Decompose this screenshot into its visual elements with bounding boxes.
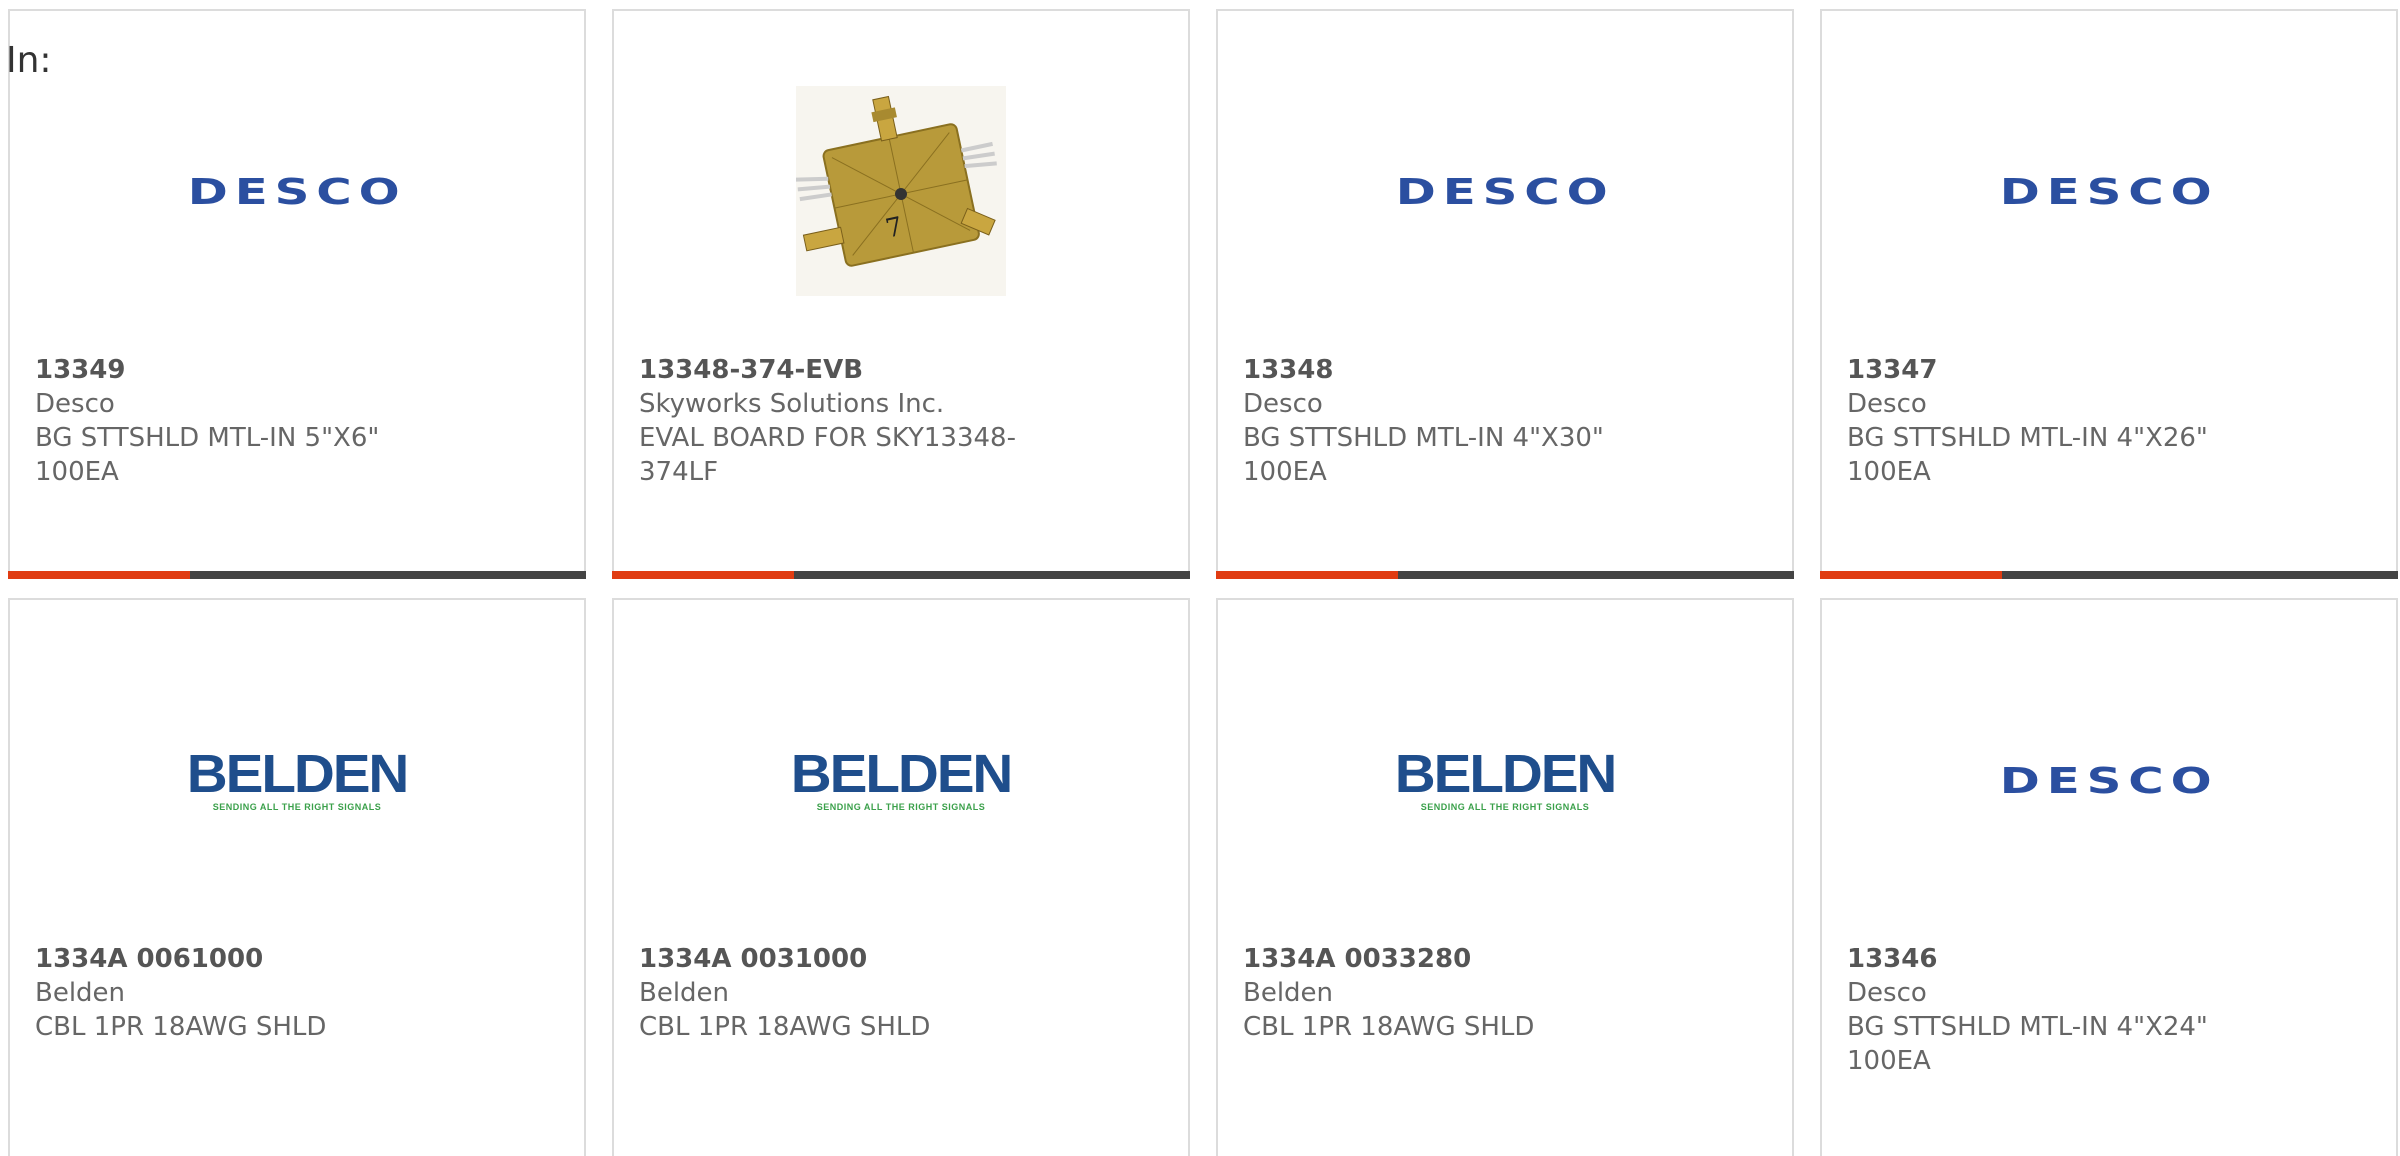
product-info: 13348-374-EVB Skyworks Solutions Inc. EV… [639,353,1028,489]
product-image: BELDEN SENDING ALL THE RIGHT SIGNALS [614,660,1188,900]
description-line: BG STTSHLD MTL-IN 4"X30" [1243,423,1604,453]
product-info: 13349 Desco BG STTSHLD MTL-IN 5"X6" 100E… [35,353,424,489]
description-line: 374LF [639,457,719,487]
belden-logo-word: BELDEN [186,744,410,804]
part-number[interactable]: 13347 [1847,353,2236,387]
manufacturer: Desco [1243,389,1323,419]
manufacturer: Desco [1847,389,1927,419]
description-line: 100EA [1847,457,1931,487]
product-info: 13346 Desco BG STTSHLD MTL-IN 4"X24" 100… [1847,942,2236,1078]
desco-logo: DESCO [187,170,407,212]
description-line: 100EA [1243,457,1327,487]
product-image: BELDEN SENDING ALL THE RIGHT SIGNALS [1218,660,1792,900]
belden-logo: BELDEN SENDING ALL THE RIGHT SIGNALS [1395,747,1618,812]
product-card[interactable]: BELDEN SENDING ALL THE RIGHT SIGNALS 133… [612,598,1190,1156]
description-line: 100EA [1847,1046,1931,1076]
description-line: CBL 1PR 18AWG SHLD [1243,1012,1535,1042]
card-bottom-bar [612,571,1190,579]
product-image: DESCO [1218,71,1792,311]
product-image: BELDEN SENDING ALL THE RIGHT SIGNALS [10,660,584,900]
product-image: DESCO [10,71,584,311]
manufacturer: Belden [1243,978,1334,1008]
product-card[interactable]: DESCO 13346 Desco BG STTSHLD MTL-IN 4"X2… [1820,598,2398,1156]
description-line: BG STTSHLD MTL-IN 4"X24" [1847,1012,2208,1042]
part-number[interactable]: 13348 [1243,353,1632,387]
description-line: BG STTSHLD MTL-IN 4"X26" [1847,423,2208,453]
part-number[interactable]: 1334A 0061000 [35,942,424,976]
product-image: 7 [614,71,1188,311]
card-accent-bar [612,571,794,579]
product-card[interactable]: DESCO 13349 Desco BG STTSHLD MTL-IN 5"X6… [8,9,586,579]
product-grid-page: In: DESCO 13349 Desco BG STTSHLD MTL-IN … [0,0,2400,1156]
product-image: DESCO [1822,660,2396,900]
description-line: CBL 1PR 18AWG SHLD [639,1012,931,1042]
belden-logo-word: BELDEN [1394,744,1618,804]
product-card[interactable]: 7 13348-374-EVB Skyworks Solutions Inc. … [612,9,1190,579]
card-bottom-bar [1216,571,1794,579]
description-line: CBL 1PR 18AWG SHLD [35,1012,327,1042]
product-info: 1334A 0033280 Belden CBL 1PR 18AWG SHLD [1243,942,1632,1044]
manufacturer: Desco [1847,978,1927,1008]
description-line: 100EA [35,457,119,487]
description-line: BG STTSHLD MTL-IN 5"X6" [35,423,380,453]
part-number[interactable]: 13348-374-EVB [639,353,1028,387]
manufacturer: Belden [639,978,730,1008]
eval-board-photo: 7 [796,86,1006,296]
filter-label: In: [6,40,52,81]
card-bottom-bar [8,571,586,579]
part-number[interactable]: 13349 [35,353,424,387]
product-info: 13348 Desco BG STTSHLD MTL-IN 4"X30" 100… [1243,353,1632,489]
belden-logo: BELDEN SENDING ALL THE RIGHT SIGNALS [791,747,1014,812]
card-accent-bar [1820,571,2002,579]
product-card[interactable]: BELDEN SENDING ALL THE RIGHT SIGNALS 133… [8,598,586,1156]
product-image: DESCO [1822,71,2396,311]
manufacturer: Belden [35,978,126,1008]
desco-logo: DESCO [1999,759,2219,801]
card-accent-bar [1216,571,1398,579]
belden-logo: BELDEN SENDING ALL THE RIGHT SIGNALS [187,747,410,812]
desco-logo: DESCO [1395,170,1615,212]
manufacturer: Desco [35,389,115,419]
product-card[interactable]: DESCO 13347 Desco BG STTSHLD MTL-IN 4"X2… [1820,9,2398,579]
product-info: 13347 Desco BG STTSHLD MTL-IN 4"X26" 100… [1847,353,2236,489]
part-number[interactable]: 13346 [1847,942,2236,976]
belden-logo-word: BELDEN [790,744,1014,804]
card-bottom-bar [1820,571,2398,579]
manufacturer: Skyworks Solutions Inc. [639,389,945,419]
card-accent-bar [8,571,190,579]
description-line: EVAL BOARD FOR SKY13348- [639,423,1016,453]
product-card[interactable]: DESCO 13348 Desco BG STTSHLD MTL-IN 4"X3… [1216,9,1794,579]
product-card[interactable]: BELDEN SENDING ALL THE RIGHT SIGNALS 133… [1216,598,1794,1156]
desco-logo: DESCO [1999,170,2219,212]
part-number[interactable]: 1334A 0031000 [639,942,1028,976]
product-info: 1334A 0031000 Belden CBL 1PR 18AWG SHLD [639,942,1028,1044]
product-info: 1334A 0061000 Belden CBL 1PR 18AWG SHLD [35,942,424,1044]
part-number[interactable]: 1334A 0033280 [1243,942,1632,976]
